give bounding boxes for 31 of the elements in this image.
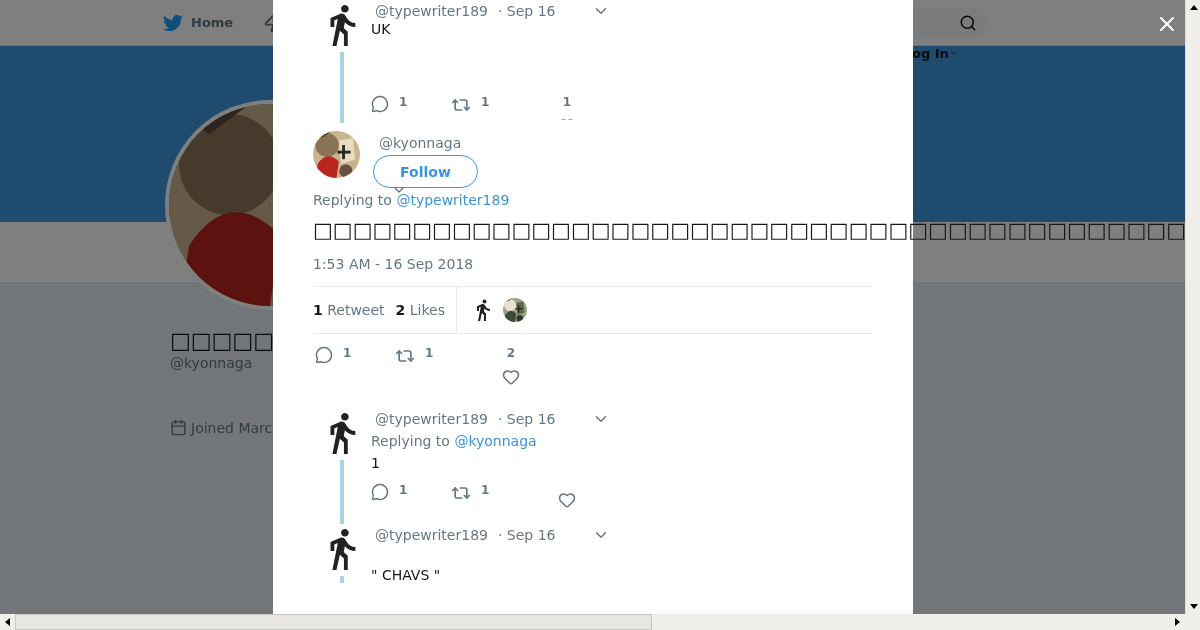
replying-to-text: Replying to @typewriter189: [313, 192, 511, 208]
mention-link[interactable]: @kyonnaga: [454, 433, 537, 449]
tweet-handle[interactable]: @typewriter189: [375, 3, 488, 19]
like-count: 2: [506, 346, 516, 360]
joined-date: Joined Marc: [191, 419, 273, 436]
profile-handle: @kyonnaga: [170, 355, 253, 371]
reply-count: 1: [343, 346, 352, 360]
mention-link[interactable]: @typewriter189: [396, 192, 510, 208]
tweet-timestamp: 1:53 AM - 16 Sep 2018: [313, 256, 873, 287]
home-link[interactable]: Home: [191, 15, 234, 30]
retweet-count: 1: [481, 483, 490, 497]
tweet-handle[interactable]: @typewriter189: [375, 527, 488, 543]
tweet-text: UK: [371, 21, 392, 37]
profile-name: □□□□□: [170, 328, 274, 353]
reply-count: 1: [399, 95, 408, 109]
tweet-text: " CHAVS ": [371, 567, 442, 583]
retweet-count: 1: [425, 346, 434, 360]
tweet-date: · Sep 16: [497, 411, 556, 427]
tweet-handle[interactable]: @typewriter189: [375, 411, 488, 427]
replying-to-text: Replying to @kyonnaga: [371, 433, 538, 449]
author-handle[interactable]: @kyonnaga: [379, 135, 462, 151]
like-stat[interactable]: 2 Likes: [395, 302, 445, 318]
follow-button[interactable]: Follow: [373, 155, 478, 188]
retweet-stat[interactable]: 1 Retweet: [313, 302, 385, 318]
tweet-date: · Sep 16: [497, 3, 556, 19]
tweet-date: · Sep 16: [497, 527, 556, 543]
like-count: 1: [562, 95, 572, 109]
retweet-count: 1: [481, 95, 490, 109]
reply-count: 1: [399, 483, 408, 497]
tweet-text: □□□□□□□□□□□□□□□□□□□□□□□□□□□□□□□□□□□□□□□□□□□□: [313, 217, 1185, 244]
tweet-text: 1: [371, 455, 381, 471]
